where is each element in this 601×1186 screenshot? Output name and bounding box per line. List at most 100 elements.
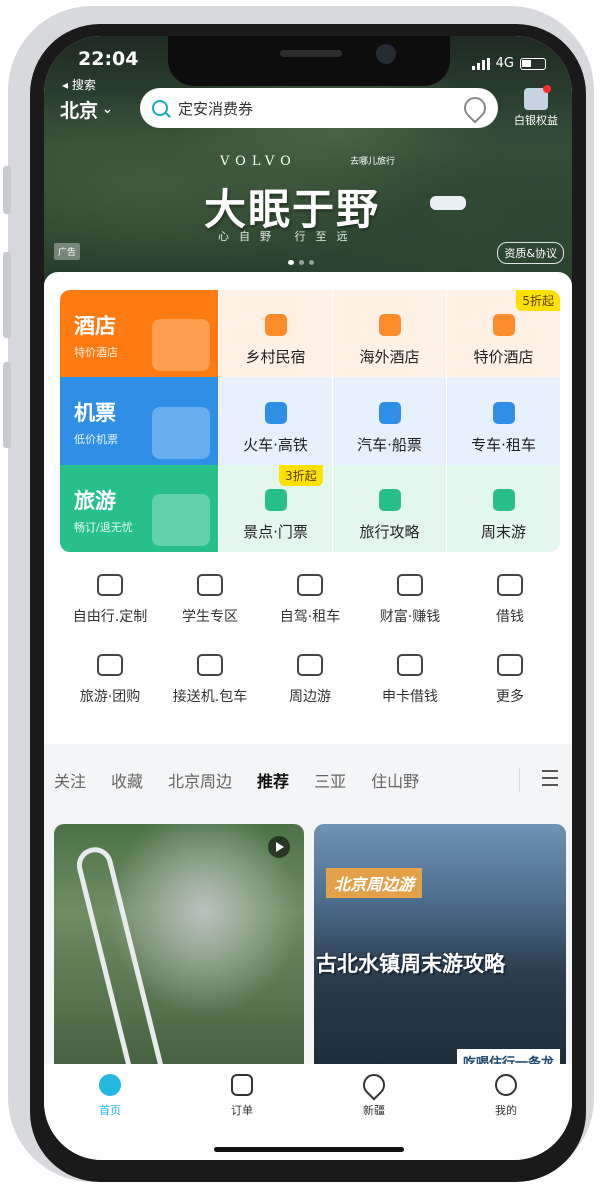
city-selector[interactable]: 北京 ⌄	[60, 96, 113, 123]
service-label: 自驾·租车	[279, 609, 341, 625]
tour-row: 旅游 畅订/退无忧 3折起 景点·门票 旅行攻略 周末游	[60, 464, 560, 552]
tour-tile[interactable]: 旅游 畅订/退无忧	[60, 464, 218, 552]
nav-xinjiang[interactable]: 新疆	[308, 1069, 440, 1118]
banner-partner: 去哪儿旅行	[350, 157, 396, 167]
front-camera	[376, 44, 396, 64]
hotel-row: 酒店 特价酒店 乡村民宿 海外酒店 5折起 特价酒店	[60, 290, 560, 378]
tab-follow[interactable]: 关注	[54, 768, 86, 792]
tile-label: 专车·租车	[471, 435, 536, 454]
car-icon	[492, 401, 515, 424]
service-grid: 自由行.定制 学生专区 自驾·租车 财富·赚钱 借钱 旅游·团购 接送机.包车 …	[60, 568, 560, 728]
divider	[519, 768, 520, 792]
search-bar[interactable]: 定安消费券	[140, 88, 498, 128]
feed-card-article[interactable]: 北京周边游 古北水镇周末游攻略 吃喝住行一条龙	[314, 824, 566, 1074]
ticket-icon	[264, 488, 287, 511]
banner-sub-slogan: 心自野 行至远	[218, 230, 358, 243]
tab-beijing-nearby[interactable]: 北京周边	[168, 768, 232, 792]
tab-favorites[interactable]: 收藏	[111, 768, 143, 792]
hotel-tile[interactable]: 酒店 特价酒店	[60, 290, 218, 378]
service-item-wealth[interactable]: 财富·赚钱	[360, 568, 460, 648]
feed-tag: 北京周边游	[326, 868, 423, 898]
discount-hotel-tile[interactable]: 5折起 特价酒店	[446, 290, 560, 378]
service-item-credit-card[interactable]: 申卡借钱	[360, 648, 460, 728]
tile-label: 海外酒店	[359, 348, 420, 367]
overseas-hotel-tile[interactable]: 海外酒店	[332, 290, 446, 378]
weekend-trip-tile[interactable]: 周末游	[446, 464, 560, 552]
service-row: 旅游·团购 接送机.包车 周边游 申卡借钱 更多	[60, 648, 560, 728]
airplane-icon	[152, 406, 210, 459]
car-rental-tile[interactable]: 专车·租车	[446, 377, 560, 465]
nav-label: 订单	[231, 1104, 253, 1117]
location-pin-icon[interactable]	[459, 92, 491, 124]
tab-mountain-stay[interactable]: 住山野	[371, 768, 419, 792]
city-label: 北京	[60, 100, 99, 122]
phone-screen: 22:04 ◂ 搜索 4G 北京 ⌄ 定安消费券 白银权益 VOLVO 去哪儿旅…	[44, 36, 572, 1160]
hotel-icon	[492, 314, 515, 337]
volume-down-button	[3, 362, 11, 448]
attraction-ticket-tile[interactable]: 3折起 景点·门票	[218, 464, 332, 552]
nav-row: 首页 订单 新疆 我的	[44, 1064, 572, 1118]
car-plane-icon	[197, 654, 223, 676]
tab-sanya[interactable]: 三亚	[314, 768, 346, 792]
credit-card-icon	[397, 654, 423, 676]
piggy-bank-icon	[397, 574, 423, 596]
qualification-link[interactable]: 资质&协议	[497, 242, 564, 264]
hero-banner[interactable]: 22:04 ◂ 搜索 4G 北京 ⌄ 定安消费券 白银权益 VOLVO 去哪儿旅…	[44, 36, 572, 286]
car-illustration	[430, 196, 466, 210]
mountain-icon	[297, 654, 323, 676]
promo-badge: 5折起	[516, 290, 560, 311]
shopping-bag-icon	[97, 654, 123, 676]
service-item-more[interactable]: 更多	[460, 648, 560, 728]
feed-title: 古北水镇周末游攻略	[316, 952, 505, 976]
service-item-group-buy[interactable]: 旅游·团购	[60, 648, 160, 728]
badge-icon	[524, 85, 551, 110]
order-list-icon	[231, 1074, 253, 1096]
service-item-self-drive[interactable]: 自驾·租车	[260, 568, 360, 648]
travel-guide-tile[interactable]: 旅行攻略	[332, 464, 446, 552]
car-icon	[297, 574, 323, 596]
service-label: 周边游	[289, 689, 331, 705]
play-icon	[268, 836, 290, 858]
menu-icon[interactable]	[542, 770, 558, 791]
palm-tree-icon	[152, 493, 210, 546]
signal-icon	[471, 57, 490, 70]
service-label: 旅游·团购	[79, 689, 141, 705]
nav-label: 我的	[495, 1104, 517, 1117]
search-input[interactable]: 定安消费券	[178, 98, 464, 119]
service-item-airport-transfer[interactable]: 接送机.包车	[160, 648, 260, 728]
notch	[168, 36, 450, 86]
volume-up-button	[3, 252, 11, 338]
tile-label: 旅行攻略	[359, 522, 420, 541]
rural-homestay-tile[interactable]: 乡村民宿	[218, 290, 332, 378]
service-item-custom-trip[interactable]: 自由行.定制	[60, 568, 160, 648]
service-item-nearby-trip[interactable]: 周边游	[260, 648, 360, 728]
glass-walkway-photo	[73, 843, 171, 1074]
service-item-student[interactable]: 学生专区	[160, 568, 260, 648]
bottom-navigation: 首页 订单 新疆 我的	[44, 1064, 572, 1160]
ad-badge: 广告	[54, 243, 81, 260]
nav-home[interactable]: 首页	[44, 1074, 176, 1118]
main-card: 酒店 特价酒店 乡村民宿 海外酒店 5折起 特价酒店 机票 低价机票 火车·高铁…	[44, 272, 572, 744]
feed-card-video[interactable]	[54, 824, 304, 1074]
tab-recommend[interactable]: 推荐	[257, 768, 289, 795]
nav-profile[interactable]: 我的	[440, 1074, 572, 1118]
member-benefits-button[interactable]: 白银权益	[510, 85, 562, 128]
service-item-loan[interactable]: 借钱	[460, 568, 560, 648]
home-icon	[99, 1074, 121, 1096]
wallet-icon	[497, 574, 523, 596]
service-label: 学生专区	[182, 609, 238, 625]
mute-switch	[3, 166, 11, 214]
nav-orders[interactable]: 订单	[176, 1074, 308, 1118]
grid-icon	[497, 654, 523, 676]
bus-ferry-tile[interactable]: 汽车·船票	[332, 377, 446, 465]
service-label: 自由行.定制	[72, 609, 148, 625]
category-grid: 酒店 特价酒店 乡村民宿 海外酒店 5折起 特价酒店 机票 低价机票 火车·高铁…	[60, 290, 560, 552]
speaker	[280, 50, 342, 57]
tile-label: 乡村民宿	[245, 348, 306, 367]
train-tile[interactable]: 火车·高铁	[218, 377, 332, 465]
feed-tabs: 关注 收藏 北京周边 推荐 三亚 住山野	[44, 758, 572, 802]
banner-brand: VOLVO	[220, 154, 297, 169]
back-to-search-link[interactable]: ◂ 搜索	[62, 76, 96, 93]
service-label: 财富·赚钱	[379, 609, 441, 625]
flight-tile[interactable]: 机票 低价机票	[60, 377, 218, 465]
